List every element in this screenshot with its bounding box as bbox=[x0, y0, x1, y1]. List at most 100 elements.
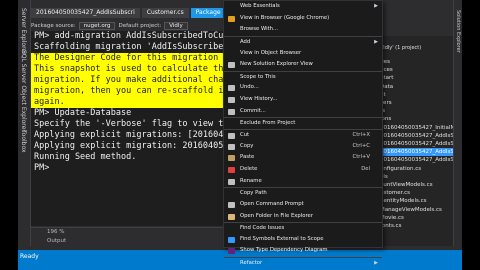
sql-object-explorer-tab[interactable]: SQL Server Object Explorer bbox=[20, 50, 27, 132]
menu-item-label: Add bbox=[240, 38, 251, 45]
menu-item-commit[interactable]: Commit... bbox=[224, 106, 382, 118]
explorer-icon bbox=[228, 62, 235, 69]
menu-item-label: Open Folder in File Explorer bbox=[240, 212, 313, 219]
output-tab[interactable]: Output bbox=[31, 237, 241, 246]
solution-tree-item[interactable]: nces bbox=[380, 66, 453, 74]
solution-tree-item[interactable]: 201604050035427_AddIsSubscribedToCustome… bbox=[380, 156, 453, 164]
browser-icon bbox=[228, 15, 235, 22]
solution-explorer-tab[interactable]: Solution Explorer bbox=[455, 10, 461, 53]
solution-tree-item[interactable]: ties bbox=[380, 58, 453, 66]
submenu-arrow-icon: ▶ bbox=[374, 260, 378, 267]
solution-tree-item[interactable]: fonts.cs bbox=[380, 222, 453, 230]
search-icon bbox=[228, 236, 235, 243]
menu-item-view-in-object-browser[interactable]: View in Object Browser bbox=[224, 48, 382, 60]
solution-tree-item[interactable]: 201604050035427_AddIsSubscribedTo bbox=[380, 132, 453, 140]
solution-tree-item[interactable]: Data bbox=[380, 83, 453, 91]
package-manager-console[interactable]: PM> add-migration AddIsSubscribedToCusto… bbox=[31, 31, 241, 226]
console-line: migration. If you make additional change… bbox=[31, 75, 241, 86]
menu-item-label: Cut bbox=[240, 132, 250, 139]
left-tool-strip: Server Explorer SQL Server Object Explor… bbox=[18, 0, 31, 246]
package-source-select[interactable]: nuget.org bbox=[78, 21, 116, 30]
menu-item-label: Paste bbox=[240, 154, 255, 161]
right-tool-strip: Solution Explorer bbox=[453, 0, 462, 246]
document-tabs: 201604050035427_AddIsSubscri Customer.cs… bbox=[31, 8, 280, 19]
solution-tree-item[interactable]: nt bbox=[380, 91, 453, 99]
console-toolbar: Package source: nuget.org Default projec… bbox=[31, 21, 231, 30]
console-line: migration, then you can re-scaffold it b… bbox=[31, 86, 241, 97]
menu-item-find-code-issues[interactable]: Find Code Issues bbox=[224, 222, 382, 234]
visual-studio-window: Server Explorer SQL Server Object Explor… bbox=[18, 0, 462, 270]
default-project-label: Default project: bbox=[118, 22, 162, 29]
copy-icon bbox=[228, 143, 235, 150]
menu-item-shortcut: Ctrl+V bbox=[352, 154, 371, 161]
default-project-select[interactable]: Vidly bbox=[164, 21, 188, 30]
menu-item-delete[interactable]: Delete Del bbox=[224, 164, 382, 176]
solution-tree-item[interactable]: llers bbox=[380, 99, 453, 107]
menu-item-open-command-prompt[interactable]: Open Command Prompt bbox=[224, 199, 382, 211]
solution-tree-item[interactable]: ts bbox=[380, 107, 453, 115]
solution-tree-item[interactable]: 201604050035427_AddIsSubscribedToC bbox=[380, 148, 453, 157]
paste-icon bbox=[228, 155, 235, 162]
console-line: PM> Update-Database bbox=[34, 108, 132, 118]
console-line: Scaffolding migration 'AddIsSubscribedTo… bbox=[34, 42, 241, 52]
menu-item-copy[interactable]: Copy Ctrl+C bbox=[224, 141, 382, 153]
menu-item-new-solution-explorer-view[interactable]: New Solution Explorer View bbox=[224, 59, 382, 71]
commit-icon bbox=[228, 108, 235, 115]
menu-item-label: Web Essentials bbox=[240, 3, 280, 9]
solution-tree-item[interactable]: 201604050035427_AddIsSubscribedTo bbox=[380, 140, 453, 148]
solution-tree-item[interactable]: onfiguration.cs bbox=[380, 165, 453, 173]
console-line: The Designer Code for this migration fil… bbox=[31, 53, 241, 64]
menu-item-exclude-from-project[interactable]: Exclude From Project bbox=[224, 117, 382, 129]
delete-icon bbox=[228, 166, 235, 173]
tab-customer[interactable]: Customer.cs bbox=[141, 8, 189, 18]
menu-item-label: View in Browser (Google Chrome) bbox=[240, 14, 330, 21]
menu-item-cut[interactable]: Cut Ctrl+X bbox=[224, 129, 382, 141]
menu-item-label: Exclude From Project bbox=[240, 120, 296, 127]
solution-explorer: Vidly' (1 project) tiesncesStartDatantll… bbox=[378, 0, 453, 246]
solution-tree-item[interactable]: ManageViewModels.cs bbox=[380, 206, 453, 214]
menu-item-copy-path[interactable]: Copy Path bbox=[224, 187, 382, 199]
menu-item-label: Scope to This bbox=[240, 73, 276, 80]
console-line: Applying explicit migration: 20160405003… bbox=[34, 141, 241, 151]
solution-tree-item[interactable]: Start bbox=[380, 74, 453, 82]
tab-migration-file[interactable]: 201604050035427_AddIsSubscri bbox=[31, 8, 140, 18]
menu-item-open-folder-in-file-explorer[interactable]: Open Folder in File Explorer bbox=[224, 211, 382, 223]
menu-item-label: Undo... bbox=[240, 84, 259, 91]
menu-item-add[interactable]: Add ▶ bbox=[224, 35, 382, 48]
menu-item-browse-with[interactable]: Browse With... bbox=[224, 24, 382, 36]
menu-item-web-essentials[interactable]: Web Essentials ▶ bbox=[224, 1, 382, 13]
menu-item-scope-to-this[interactable]: Scope to This bbox=[224, 70, 382, 83]
menu-item-label: Rename bbox=[240, 177, 262, 184]
letterbox-left bbox=[0, 0, 18, 270]
solution-tree-item[interactable]: ions bbox=[380, 115, 453, 123]
menu-item-view-history[interactable]: View History... bbox=[224, 94, 382, 106]
server-explorer-tab[interactable]: Server Explorer bbox=[20, 8, 27, 55]
menu-item-label: View in Object Browser bbox=[240, 49, 302, 56]
solution-tree-item[interactable]: dentityModels.cs bbox=[380, 197, 453, 205]
console-line: This snapshot is used to calculate the c… bbox=[31, 64, 241, 75]
solution-explorer-toolbar bbox=[378, 0, 453, 36]
menu-item-paste[interactable]: Paste Ctrl+V bbox=[224, 152, 382, 164]
solution-tree-item[interactable]: 201604050035427_InitialModels.cs bbox=[380, 124, 453, 132]
zoom-level[interactable]: 196 % bbox=[47, 228, 64, 237]
menu-item-refactor[interactable]: Refactor ▶ bbox=[224, 257, 382, 269]
console-line: again. bbox=[31, 97, 241, 108]
solution-tree-item[interactable]: ustomer.cs bbox=[380, 189, 453, 197]
menu-item-undo[interactable]: Undo... bbox=[224, 82, 382, 94]
solution-tree-item[interactable]: els bbox=[380, 173, 453, 181]
menu-item-find-symbols-external-to-scope[interactable]: Find Symbols External to Scope bbox=[224, 234, 382, 246]
menu-item-show-type-dependency-diagram[interactable]: Show Type Dependency Diagram bbox=[224, 245, 382, 257]
menu-item-label: Browse With... bbox=[240, 26, 279, 33]
menu-item-label: Find Code Issues bbox=[240, 225, 285, 232]
toolbox-tab[interactable]: Toolbox bbox=[20, 130, 27, 153]
menu-item-label: Commit... bbox=[240, 107, 266, 114]
menu-item-label: Delete bbox=[240, 165, 258, 172]
solution-tree-item[interactable]: Movie.cs bbox=[380, 214, 453, 222]
menu-item-label: Open Command Prompt bbox=[240, 200, 304, 207]
menu-item-view-in-browser-google-chrome[interactable]: View in Browser (Google Chrome) bbox=[224, 13, 382, 25]
menu-item-rename[interactable]: Rename bbox=[224, 176, 382, 188]
undo-icon bbox=[228, 85, 235, 92]
solution-tree-item[interactable]: ountViewModels.cs bbox=[380, 181, 453, 189]
rename-icon bbox=[228, 178, 235, 185]
console-line: PM> add-migration AddIsSubscribedToCusto… bbox=[34, 31, 241, 41]
